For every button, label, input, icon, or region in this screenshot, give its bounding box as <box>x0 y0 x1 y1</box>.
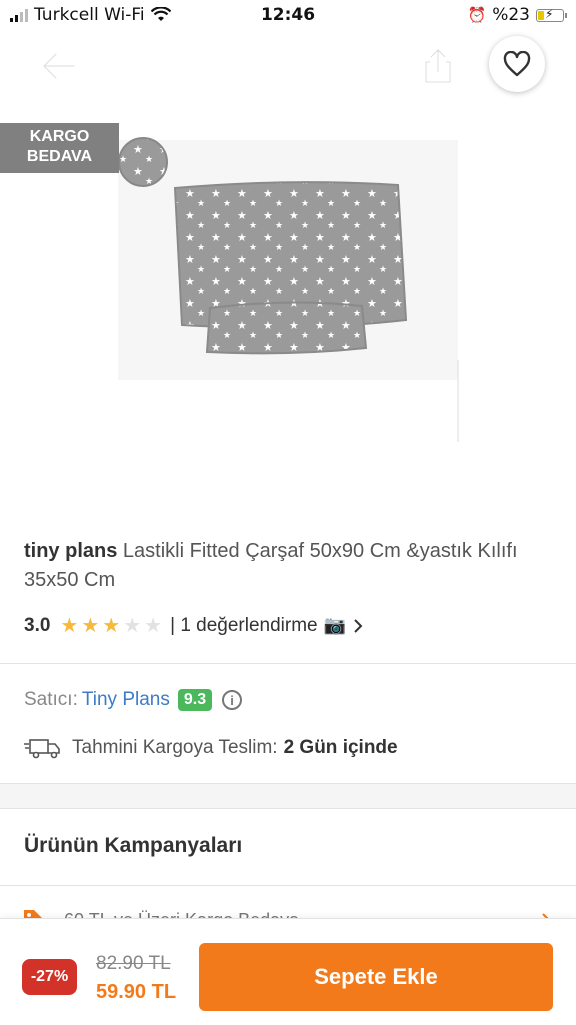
status-right: ⏰ %23 ⚡ <box>467 5 567 25</box>
badge-line1: KARGO <box>29 128 90 145</box>
seller-label: Satıcı: <box>24 689 78 710</box>
divider <box>0 663 576 664</box>
top-navigation <box>0 32 576 102</box>
delivery-label: Tahmini Kargoya Teslim: <box>72 737 278 758</box>
star-icon: ★ <box>60 615 79 637</box>
badge-line2: BEDAVA <box>26 148 93 165</box>
share-icon <box>424 48 452 84</box>
back-button[interactable] <box>38 48 78 84</box>
product-title: tiny plans Lastikli Fitted Çarşaf 50x90 … <box>24 537 544 595</box>
rating-row[interactable]: 3.0 ★ ★ ★ ★ ★ | 1 değerlendirme 📷 <box>24 613 364 638</box>
delivery-row: Tahmini Kargoya Teslim: 2 Gün içinde <box>24 737 398 759</box>
rating-score: 3.0 <box>24 614 51 636</box>
old-price: 82.90 TL <box>96 953 171 974</box>
star-icon: ★ <box>81 615 100 637</box>
seller-score-badge: 9.3 <box>177 689 213 711</box>
review-count: | 1 değerlendirme <box>170 614 318 636</box>
camera-icon: 📷 <box>323 615 347 635</box>
alarm-icon: ⏰ <box>467 6 487 24</box>
section-separator <box>0 783 576 809</box>
truck-icon <box>24 739 60 759</box>
free-shipping-badge: KARGO BEDAVA <box>0 123 119 173</box>
star-icon: ★ <box>102 615 121 637</box>
delivery-value: 2 Gün içinde <box>283 737 398 758</box>
info-icon[interactable]: i <box>222 690 243 710</box>
campaigns-title: Ürünün Kampanyaları <box>24 834 243 857</box>
star-icon: ★ <box>144 615 163 637</box>
new-price: 59.90 TL <box>96 981 177 1003</box>
share-button[interactable] <box>420 46 456 86</box>
seller-link[interactable]: Tiny Plans <box>82 689 170 711</box>
rating-stars: ★ ★ ★ ★ ★ <box>60 613 162 638</box>
add-to-cart-button[interactable]: Sepete Ekle <box>199 943 553 1011</box>
discount-badge: -27% <box>22 959 77 995</box>
product-brand[interactable]: tiny plans <box>24 540 117 562</box>
product-image[interactable]: ★ ★ <box>0 120 576 520</box>
status-bar: Turkcell Wi-Fi 12:46 ⏰ %23 ⚡ <box>0 0 576 32</box>
favorite-button[interactable] <box>489 36 545 92</box>
star-icon: ★ <box>123 615 142 637</box>
seller-row: Satıcı: Tiny Plans 9.3 i <box>24 689 243 711</box>
chevron-right-icon <box>354 618 363 633</box>
battery-icon: ⚡ <box>536 7 567 22</box>
bottom-bar: -27% 82.90 TL 59.90 TL Sepete Ekle <box>0 918 576 1025</box>
divider <box>0 885 576 886</box>
arrow-left-icon <box>42 52 76 80</box>
battery-percent: %23 <box>492 5 530 25</box>
heart-icon <box>503 51 531 77</box>
